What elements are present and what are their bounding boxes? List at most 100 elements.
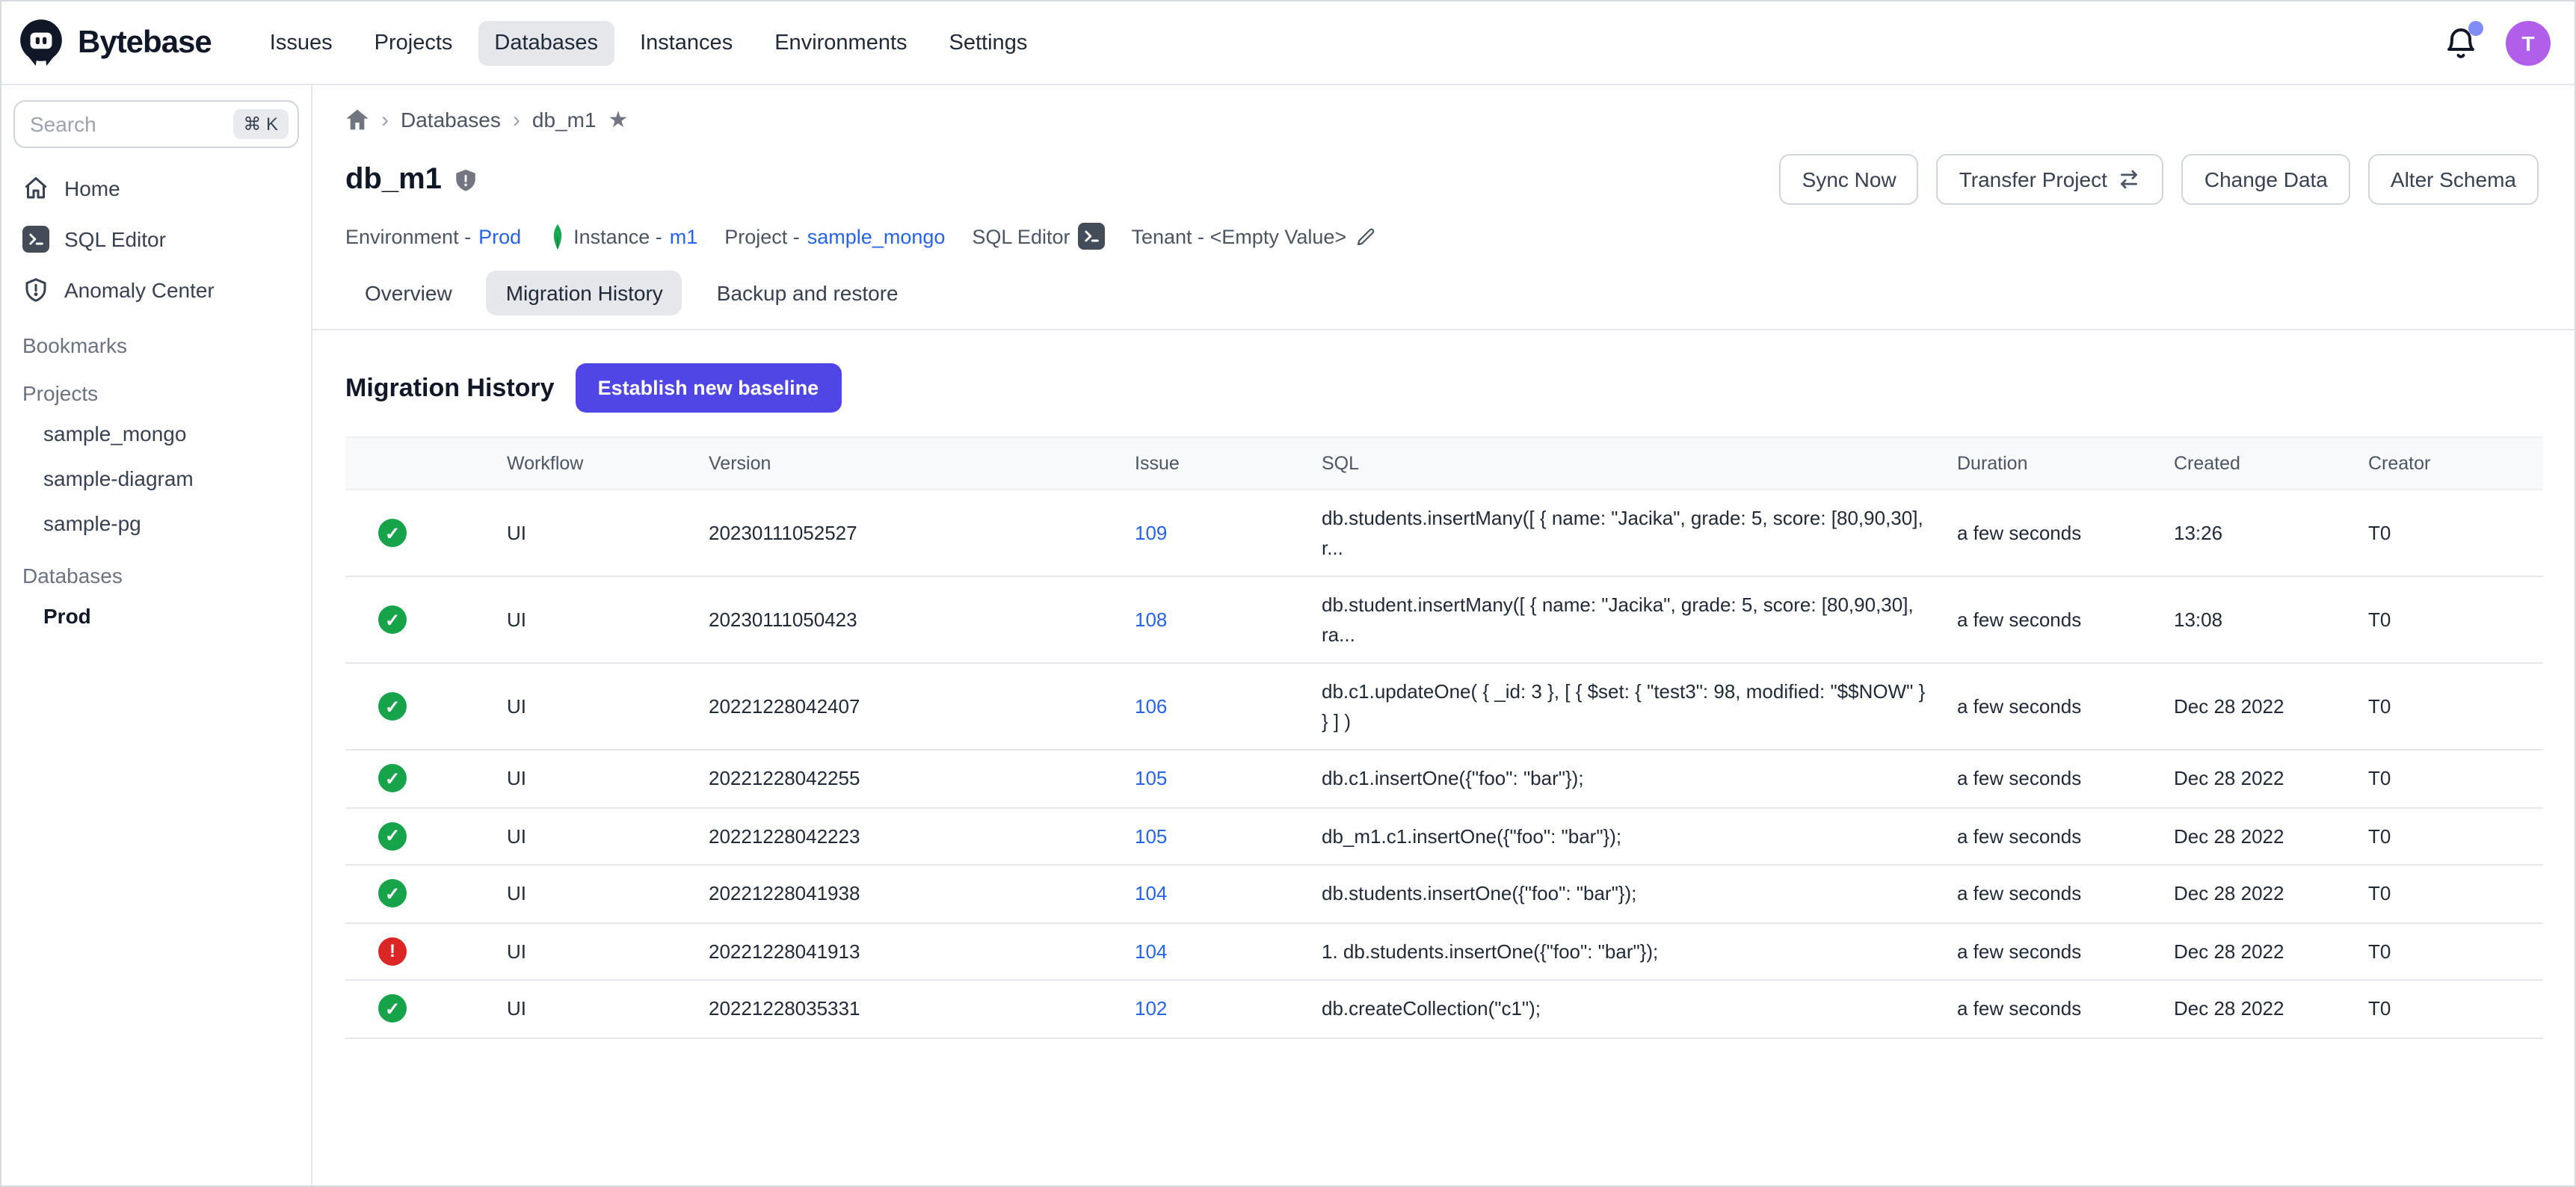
sidebar-item-sample-mongo[interactable]: sample_mongo xyxy=(1,411,311,456)
sidebar-section-bookmarks: Bookmarks xyxy=(1,315,311,363)
creator-cell: T0 xyxy=(2356,750,2543,807)
notifications-bell-icon[interactable] xyxy=(2443,25,2479,61)
terminal-icon[interactable] xyxy=(1077,223,1104,250)
issue-link[interactable]: 104 xyxy=(1135,883,1167,905)
meta-label: Environment - xyxy=(345,225,471,247)
table-row[interactable]: ✓UI20221228042255105db.c1.insertOne({"fo… xyxy=(345,750,2543,807)
column-header-creator: Creator xyxy=(2356,437,2543,490)
change-data-button[interactable]: Change Data xyxy=(2182,154,2350,205)
star-icon[interactable]: ★ xyxy=(608,106,629,133)
meta-link-sample-mongo[interactable]: sample_mongo xyxy=(807,225,946,247)
duration-cell: a few seconds xyxy=(1945,807,2162,865)
table-row[interactable]: ✓UI20230111052527109db.students.insertMa… xyxy=(345,490,2543,576)
issue-link[interactable]: 105 xyxy=(1135,768,1167,790)
establish-baseline-button[interactable]: Establish new baseline xyxy=(576,363,842,413)
issue-cell: 106 xyxy=(1123,663,1310,750)
status-success-icon: ✓ xyxy=(378,822,407,851)
tab-backup-and-restore[interactable]: Backup and restore xyxy=(697,271,918,315)
search-input[interactable] xyxy=(30,112,224,136)
sidebar-item-label: Anomaly Center xyxy=(64,278,215,302)
sidebar-item-anomaly-center[interactable]: Anomaly Center xyxy=(1,265,311,315)
home-icon[interactable] xyxy=(345,108,369,132)
status-cell: ✓ xyxy=(345,980,495,1038)
status-success-icon: ✓ xyxy=(378,995,407,1023)
nav-item-environments[interactable]: Environments xyxy=(758,20,923,65)
breadcrumb-db-m1[interactable]: db_m1 xyxy=(532,108,597,132)
meta-label: Project - xyxy=(724,225,800,247)
created-cell: Dec 28 2022 xyxy=(2162,922,2356,980)
meta-link-m1[interactable]: m1 xyxy=(670,225,698,247)
status-cell: ✓ xyxy=(345,490,495,576)
issue-link[interactable]: 104 xyxy=(1135,940,1167,963)
issue-cell: 109 xyxy=(1123,490,1310,576)
search-shortcut-badge: ⌘ K xyxy=(232,109,289,139)
version-cell: 20230111050423 xyxy=(697,576,1123,663)
notification-dot xyxy=(2468,20,2483,35)
issue-cell: 105 xyxy=(1123,807,1310,865)
sidebar-item-sql-editor[interactable]: SQL Editor xyxy=(1,214,311,265)
sidebar-item-sample-diagram[interactable]: sample-diagram xyxy=(1,456,311,501)
sidebar-section-databases: Databases xyxy=(1,546,311,594)
table-row[interactable]: ✓UI20221228042407106db.c1.updateOne( { _… xyxy=(345,663,2543,750)
created-cell: 13:26 xyxy=(2162,490,2356,576)
created-cell: Dec 28 2022 xyxy=(2162,663,2356,750)
table-row[interactable]: !UI202212280419131041. db.students.inser… xyxy=(345,922,2543,980)
table-row[interactable]: ✓UI20221228042223105db_m1.c1.insertOne({… xyxy=(345,807,2543,865)
table-row[interactable]: ✓UI20221228041938104db.students.insertOn… xyxy=(345,865,2543,922)
shield-icon xyxy=(454,167,479,192)
pencil-icon[interactable] xyxy=(1354,225,1376,247)
transfer-project-button[interactable]: Transfer Project xyxy=(1937,154,2164,205)
issue-cell: 108 xyxy=(1123,576,1310,663)
nav-item-instances[interactable]: Instances xyxy=(623,20,749,65)
top-navigation: Bytebase IssuesProjectsDatabasesInstance… xyxy=(1,1,2575,85)
table-row[interactable]: ✓UI20230111050423108db.student.insertMan… xyxy=(345,576,2543,663)
home-icon xyxy=(22,175,49,202)
meta-environment-prod: Environment - Prod xyxy=(345,225,521,247)
nav-item-projects[interactable]: Projects xyxy=(358,20,469,65)
tab-overview[interactable]: Overview xyxy=(345,271,472,315)
created-cell: Dec 28 2022 xyxy=(2162,750,2356,807)
duration-cell: a few seconds xyxy=(1945,750,2162,807)
breadcrumb-databases[interactable]: Databases xyxy=(401,108,501,132)
creator-cell: T0 xyxy=(2356,663,2543,750)
issue-link[interactable]: 106 xyxy=(1135,695,1167,718)
workflow-cell: UI xyxy=(495,750,697,807)
nav-item-databases[interactable]: Databases xyxy=(478,20,614,65)
duration-cell: a few seconds xyxy=(1945,922,2162,980)
alter-schema-button[interactable]: Alter Schema xyxy=(2368,154,2539,205)
issue-link[interactable]: 105 xyxy=(1135,825,1167,848)
meta-tenant-empty-value-: Tenant - <Empty Value> xyxy=(1131,225,1376,247)
creator-cell: T0 xyxy=(2356,922,2543,980)
button-label: Transfer Project xyxy=(1959,167,2107,191)
sql-cell: db.c1.updateOne( { _id: 3 }, [ { $set: {… xyxy=(1310,663,1945,750)
migration-history-header: Migration History Establish new baseline xyxy=(312,330,2575,413)
duration-cell: a few seconds xyxy=(1945,980,2162,1038)
issue-link[interactable]: 108 xyxy=(1135,608,1167,631)
duration-cell: a few seconds xyxy=(1945,663,2162,750)
sidebar-item-sample-pg[interactable]: sample-pg xyxy=(1,501,311,546)
tab-migration-history[interactable]: Migration History xyxy=(487,271,682,315)
issue-cell: 104 xyxy=(1123,865,1310,922)
issue-link[interactable]: 109 xyxy=(1135,522,1167,544)
shield-alert-icon xyxy=(22,277,49,303)
bytebase-logo[interactable]: Bytebase xyxy=(16,18,212,67)
issue-link[interactable]: 102 xyxy=(1135,998,1167,1020)
nav-item-settings[interactable]: Settings xyxy=(933,20,1044,65)
sidebar-item-home[interactable]: Home xyxy=(1,163,311,214)
version-cell: 20221228041938 xyxy=(697,865,1123,922)
created-cell: Dec 28 2022 xyxy=(2162,807,2356,865)
column-header-status xyxy=(345,437,495,490)
meta-link-prod[interactable]: Prod xyxy=(478,225,521,247)
column-header-sql: SQL xyxy=(1310,437,1945,490)
search-box[interactable]: ⌘ K xyxy=(13,100,299,148)
sync-now-button[interactable]: Sync Now xyxy=(1780,154,1919,205)
migration-table-wrap: WorkflowVersionIssueSQLDurationCreatedCr… xyxy=(312,413,2575,1038)
section-title: Migration History xyxy=(345,373,555,403)
migration-history-table: WorkflowVersionIssueSQLDurationCreatedCr… xyxy=(345,437,2543,1038)
meta-project-sample-mongo: Project - sample_mongo xyxy=(724,225,945,247)
user-avatar[interactable]: T xyxy=(2506,20,2551,65)
nav-item-issues[interactable]: Issues xyxy=(253,20,349,65)
table-row[interactable]: ✓UI20221228035331102db.createCollection(… xyxy=(345,980,2543,1038)
sidebar-item-prod[interactable]: Prod xyxy=(1,594,311,638)
status-success-icon: ✓ xyxy=(378,880,407,908)
